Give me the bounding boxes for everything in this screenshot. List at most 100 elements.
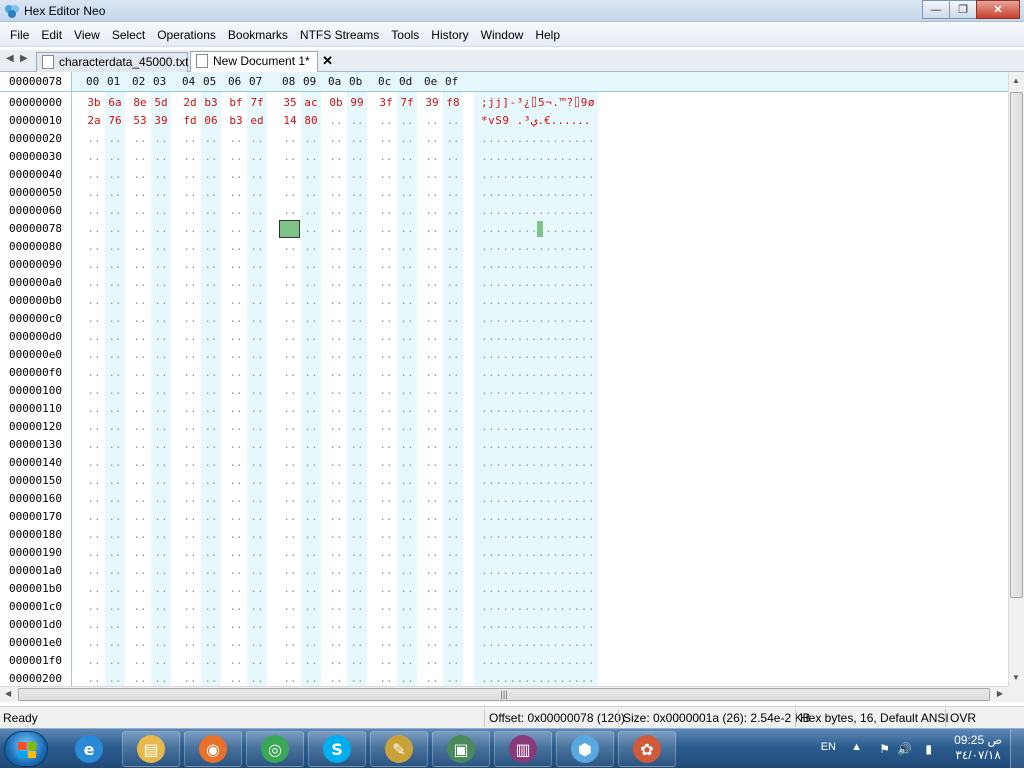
hex-byte[interactable]: .. — [202, 382, 220, 400]
hex-byte[interactable]: .. — [131, 130, 149, 148]
hex-byte[interactable]: .. — [106, 202, 124, 220]
hex-byte[interactable]: 76 — [106, 112, 124, 130]
hex-byte[interactable]: .. — [85, 454, 103, 472]
show-desktop-button[interactable] — [1010, 729, 1024, 769]
hex-byte[interactable]: .. — [106, 310, 124, 328]
hex-byte[interactable]: .. — [377, 166, 395, 184]
hex-byte[interactable]: .. — [106, 400, 124, 418]
hex-byte[interactable]: 8e — [131, 94, 149, 112]
hex-byte[interactable]: .. — [85, 616, 103, 634]
hex-byte[interactable]: .. — [348, 310, 366, 328]
hex-row[interactable]: 000001c0................................… — [0, 598, 1008, 616]
hex-byte[interactable]: .. — [281, 652, 299, 670]
hex-byte[interactable]: .. — [398, 166, 416, 184]
hex-byte[interactable]: .. — [348, 256, 366, 274]
hex-byte[interactable]: .. — [444, 220, 462, 238]
hex-row[interactable]: 00000180................................… — [0, 526, 1008, 544]
hex-byte[interactable]: 06 — [202, 112, 220, 130]
text-representation[interactable]: ................ — [481, 184, 595, 202]
text-representation[interactable]: ................ — [481, 292, 595, 310]
hex-byte[interactable]: .. — [227, 202, 245, 220]
hex-byte[interactable]: .. — [327, 202, 345, 220]
hex-byte[interactable]: .. — [423, 580, 441, 598]
hex-byte[interactable]: .. — [377, 508, 395, 526]
hex-row[interactable]: 00000150................................… — [0, 472, 1008, 490]
hex-byte[interactable]: .. — [202, 292, 220, 310]
hex-byte[interactable]: .. — [423, 526, 441, 544]
hex-byte[interactable]: .. — [131, 184, 149, 202]
hex-byte[interactable]: .. — [302, 346, 320, 364]
hex-byte[interactable]: .. — [377, 562, 395, 580]
hex-byte[interactable]: .. — [348, 346, 366, 364]
hex-byte[interactable]: .. — [106, 490, 124, 508]
hex-byte[interactable]: .. — [423, 130, 441, 148]
hex-byte[interactable]: .. — [181, 328, 199, 346]
taskbar-paint[interactable]: ✿ — [618, 731, 676, 767]
hex-byte[interactable]: .. — [227, 274, 245, 292]
hex-byte[interactable]: .. — [181, 274, 199, 292]
hex-byte[interactable]: .. — [248, 490, 266, 508]
hex-byte[interactable]: .. — [398, 400, 416, 418]
hex-byte[interactable]: .. — [302, 310, 320, 328]
hex-byte[interactable]: .. — [398, 292, 416, 310]
hex-byte[interactable]: .. — [85, 310, 103, 328]
hex-byte[interactable]: .. — [281, 418, 299, 436]
hex-byte[interactable]: .. — [202, 580, 220, 598]
hex-byte[interactable]: .. — [327, 670, 345, 686]
hex-row[interactable]: 000000e0................................… — [0, 346, 1008, 364]
hex-byte[interactable]: .. — [227, 130, 245, 148]
hex-row[interactable]: 000001b0................................… — [0, 580, 1008, 598]
hex-byte[interactable]: .. — [152, 508, 170, 526]
hex-byte[interactable]: .. — [398, 112, 416, 130]
hex-byte[interactable]: .. — [398, 310, 416, 328]
taskbar-skype[interactable]: S — [308, 731, 366, 767]
hex-byte[interactable]: .. — [181, 202, 199, 220]
hex-byte[interactable]: .. — [444, 544, 462, 562]
hex-byte[interactable]: .. — [327, 382, 345, 400]
hex-byte[interactable]: .. — [202, 436, 220, 454]
hex-editor-view[interactable]: 00000000 3b 6a 8e 5d 2d b3 bf 7f 35 ac 0b 99 3f 7f 39 f8… — [0, 92, 1008, 686]
hex-byte[interactable]: .. — [248, 364, 266, 382]
text-representation[interactable]: ................ — [481, 310, 595, 328]
hex-byte[interactable]: .. — [227, 382, 245, 400]
hex-byte[interactable]: .. — [152, 346, 170, 364]
hex-byte[interactable]: .. — [302, 544, 320, 562]
hex-byte[interactable]: .. — [181, 310, 199, 328]
horizontal-scrollbar[interactable]: ◀ ||| ▶ — [0, 686, 1008, 702]
hex-byte[interactable]: .. — [377, 454, 395, 472]
volume-icon[interactable]: 🔊 — [897, 742, 912, 756]
hex-byte[interactable]: .. — [85, 418, 103, 436]
hex-byte[interactable]: .. — [202, 526, 220, 544]
hex-byte[interactable]: .. — [181, 292, 199, 310]
hex-byte[interactable]: .. — [377, 292, 395, 310]
hex-byte[interactable]: .. — [152, 148, 170, 166]
hex-byte[interactable]: .. — [423, 292, 441, 310]
hex-byte[interactable]: .. — [423, 382, 441, 400]
hex-byte[interactable]: .. — [423, 166, 441, 184]
hex-row[interactable]: 00000020................................… — [0, 130, 1008, 148]
hex-byte[interactable]: .. — [202, 148, 220, 166]
hex-byte[interactable]: f8 — [444, 94, 462, 112]
hex-byte[interactable]: .. — [423, 256, 441, 274]
vertical-scrollbar[interactable]: ▲ ▼ — [1008, 72, 1024, 686]
hex-byte[interactable]: .. — [85, 184, 103, 202]
hex-byte[interactable]: .. — [423, 310, 441, 328]
hex-byte[interactable]: .. — [181, 436, 199, 454]
hex-byte[interactable]: .. — [106, 454, 124, 472]
hex-byte[interactable]: .. — [131, 616, 149, 634]
hex-row[interactable]: 00000040................................… — [0, 166, 1008, 184]
hex-byte[interactable]: .. — [444, 490, 462, 508]
hex-byte[interactable]: .. — [152, 598, 170, 616]
hex-byte[interactable]: .. — [181, 490, 199, 508]
hex-byte[interactable]: .. — [398, 544, 416, 562]
hex-byte[interactable]: .. — [327, 580, 345, 598]
hex-byte[interactable]: .. — [377, 400, 395, 418]
hex-byte[interactable]: .. — [398, 670, 416, 686]
text-representation[interactable]: ................ — [481, 580, 595, 598]
text-representation[interactable]: ................ — [481, 166, 595, 184]
hex-byte[interactable]: .. — [131, 580, 149, 598]
menu-edit[interactable]: Edit — [35, 24, 68, 46]
hex-byte[interactable]: .. — [131, 274, 149, 292]
hex-byte[interactable]: .. — [248, 616, 266, 634]
hex-byte[interactable]: .. — [202, 598, 220, 616]
